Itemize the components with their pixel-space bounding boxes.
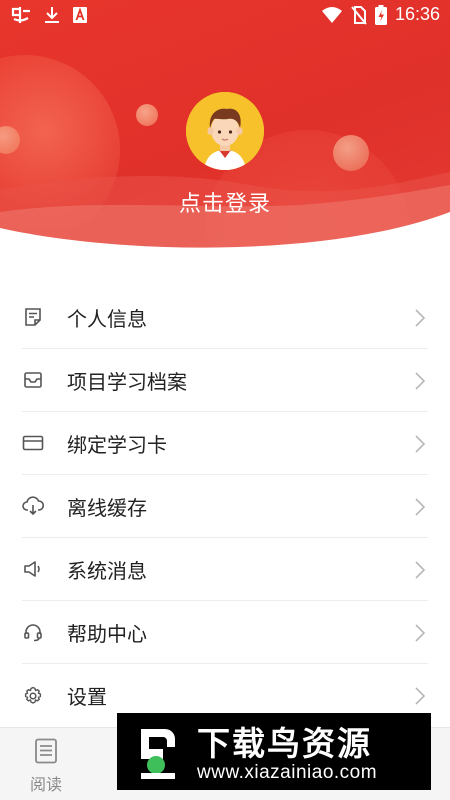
- status-time: 16:36: [394, 4, 440, 24]
- menu-item-label: 个人信息: [67, 306, 147, 331]
- user-avatar-icon: [186, 92, 264, 170]
- menu-item-offline-cache[interactable]: 离线缓存: [22, 475, 428, 538]
- battery-charging-icon: [374, 4, 387, 25]
- chevron-right-icon: [415, 498, 426, 516]
- menu-item-label: 绑定学习卡: [67, 432, 167, 457]
- wifi-icon: [321, 6, 342, 23]
- menu-item-label: 系统消息: [67, 558, 147, 583]
- chevron-right-icon: [415, 687, 426, 705]
- menu-item-system-messages[interactable]: 系统消息: [22, 538, 428, 601]
- menu-item-bind-card[interactable]: 绑定学习卡: [22, 412, 428, 475]
- avatar[interactable]: [186, 92, 264, 170]
- chevron-right-icon: [415, 561, 426, 579]
- book-icon: [35, 738, 57, 764]
- tab-label: 阅读: [29, 775, 62, 794]
- menu-item-personal-info[interactable]: 个人信息: [22, 286, 428, 349]
- app-notification-icon: [11, 7, 30, 23]
- status-bar: 16:36: [0, 0, 450, 30]
- gear-icon: [22, 685, 44, 707]
- chevron-right-icon: [415, 624, 426, 642]
- profile-menu: 个人信息 项目学习档案 绑定学习卡 离线缓存 系统消息 帮助中心 设置: [22, 286, 428, 727]
- speaker-icon: [22, 558, 44, 580]
- chevron-right-icon: [415, 309, 426, 327]
- watermark-url: www.xiazainiao.com: [197, 762, 378, 783]
- inbox-icon: [22, 369, 44, 391]
- decorative-bubble: [136, 104, 158, 126]
- menu-item-label: 项目学习档案: [67, 369, 187, 394]
- menu-item-project-archive[interactable]: 项目学习档案: [22, 349, 428, 412]
- menu-item-help-center[interactable]: 帮助中心: [22, 601, 428, 664]
- menu-item-label: 设置: [67, 685, 107, 709]
- download-icon: [45, 7, 59, 23]
- cloud-download-icon: [22, 495, 44, 517]
- chevron-right-icon: [415, 372, 426, 390]
- profile-header: 16:36 点击登录: [0, 0, 450, 265]
- a-box-icon: [73, 7, 87, 23]
- headset-icon: [22, 621, 44, 643]
- no-sim-icon: [351, 5, 367, 25]
- tab-read[interactable]: 阅读: [24, 738, 68, 795]
- login-link[interactable]: 点击登录: [0, 186, 450, 218]
- document-icon: [22, 306, 44, 328]
- menu-item-label: 帮助中心: [67, 621, 147, 646]
- menu-item-label: 离线缓存: [67, 495, 147, 520]
- watermark-title: 下载鸟资源: [197, 724, 372, 763]
- watermark-banner: 下载鸟资源 www.xiazainiao.com: [117, 713, 431, 790]
- card-icon: [22, 432, 44, 454]
- bird-logo-icon: [141, 729, 175, 779]
- chevron-right-icon: [415, 435, 426, 453]
